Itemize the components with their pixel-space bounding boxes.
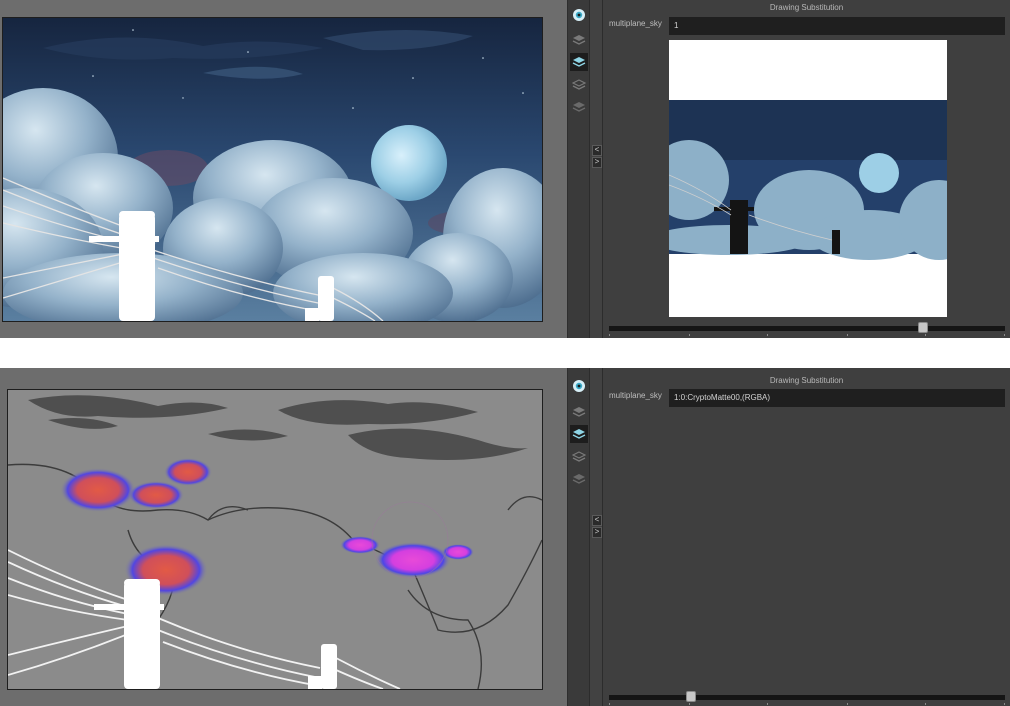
tick [847, 703, 848, 705]
camera-viewport[interactable] [0, 0, 567, 338]
collapse-left-button[interactable]: < [592, 145, 602, 156]
scene-render-cryptomatte [8, 390, 542, 689]
view-toolbar [567, 0, 590, 338]
top-screenshot-panel: < > Drawing Substitution multiplane_sky … [0, 0, 1010, 338]
layer-stack-active-icon [572, 429, 586, 439]
tick [767, 703, 768, 705]
layer-stack-icon [572, 79, 586, 90]
view-toolbar-bottom [567, 368, 590, 706]
eye-toggle-button[interactable] [570, 377, 588, 395]
tick [689, 703, 690, 705]
slider-handle[interactable] [686, 691, 696, 702]
substitution-field[interactable]: 1 [669, 17, 1005, 35]
node-label: multiplane_sky [609, 391, 662, 400]
layer-view-button-2[interactable] [570, 76, 588, 94]
eye-icon [573, 9, 585, 21]
layer-stack-icon [572, 451, 586, 462]
collapse-right-button[interactable]: > [592, 157, 602, 168]
layer-stack-active-icon [572, 57, 586, 67]
scene-render-color [3, 18, 542, 321]
tick [847, 334, 848, 336]
tick [609, 703, 610, 705]
scene-canvas-cryptomatte[interactable] [7, 389, 543, 690]
bottom-screenshot-panel: < > Drawing Substitution multiplane_sky … [0, 368, 1010, 706]
tick [925, 703, 926, 705]
layer-view-button-3[interactable] [570, 470, 588, 488]
panel-splitter[interactable]: < > [589, 0, 603, 338]
tick [609, 334, 610, 336]
layer-view-button-2[interactable] [570, 448, 588, 466]
collapse-right-button[interactable]: > [592, 527, 602, 538]
eye-toggle-button[interactable] [570, 6, 588, 24]
eye-icon [573, 380, 585, 392]
layer-view-button[interactable] [570, 403, 588, 421]
slider-ticks [609, 334, 1005, 336]
tick [767, 334, 768, 336]
slider-handle[interactable] [918, 322, 928, 333]
layer-view-button-3[interactable] [570, 98, 588, 116]
panel-splitter-bottom[interactable]: < > [589, 368, 603, 706]
tick [1004, 703, 1005, 705]
panel-title: Drawing Substitution [769, 376, 844, 385]
drawing-slider[interactable] [609, 691, 1005, 702]
tick [925, 334, 926, 336]
scene-canvas-color[interactable] [2, 17, 543, 322]
layer-view-button-active[interactable] [570, 53, 588, 71]
layer-stack-icon [572, 35, 586, 45]
layer-stack-icon [572, 407, 586, 417]
layer-view-button[interactable] [570, 31, 588, 49]
layer-view-button-active[interactable] [570, 425, 588, 443]
tick [689, 334, 690, 336]
substitution-field[interactable]: 1:0:CryptoMatte00,(RGBA) [669, 389, 1005, 407]
layer-stack-icon [572, 102, 586, 112]
camera-viewport-matte[interactable] [0, 368, 567, 706]
tick [1004, 334, 1005, 336]
drawing-substitution-panel: Drawing Substitution multiplane_sky 1 [603, 0, 1010, 338]
panel-title: Drawing Substitution [769, 3, 844, 12]
slider-ticks [609, 703, 1005, 705]
layer-stack-icon [572, 474, 586, 484]
drawing-thumbnail [669, 40, 947, 317]
collapse-left-button[interactable]: < [592, 515, 602, 526]
node-label: multiplane_sky [609, 19, 662, 28]
drawing-substitution-panel-bottom: Drawing Substitution multiplane_sky 1:0:… [603, 368, 1010, 706]
drawing-slider[interactable] [609, 322, 1005, 333]
thumbnail-image [669, 40, 947, 317]
